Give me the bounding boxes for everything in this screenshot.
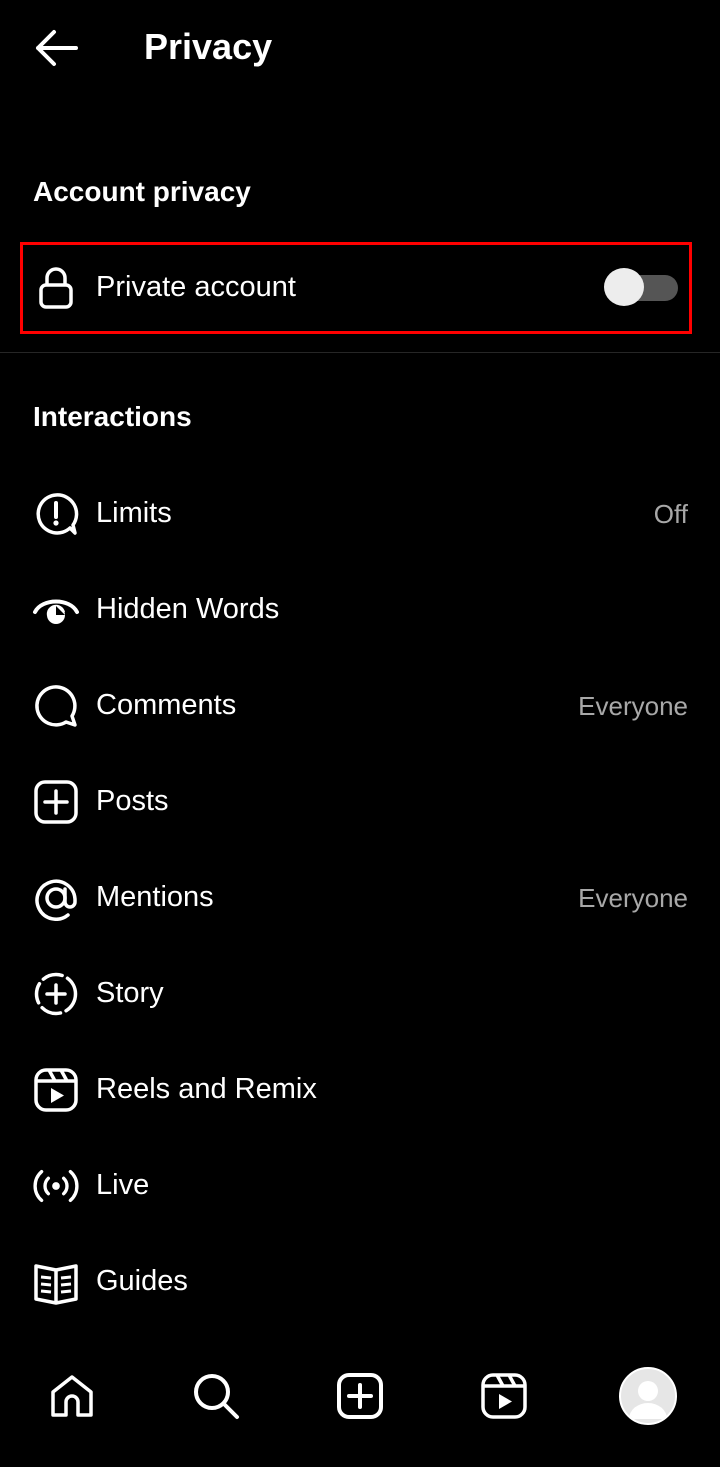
menu-item-mentions[interactable]: Mentions Everyone [0, 850, 720, 946]
menu-item-label: Hidden Words [96, 593, 280, 625]
comment-icon [32, 684, 80, 728]
menu-item-label: Mentions [96, 881, 214, 913]
menu-item-guides[interactable]: Guides [0, 1234, 720, 1330]
at-icon [32, 876, 80, 921]
menu-item-value: Everyone [578, 691, 688, 721]
menu-item-label: Comments [96, 689, 237, 721]
top-app-bar: Privacy [0, 0, 720, 96]
reels-icon [32, 1068, 80, 1112]
profile-avatar [619, 1367, 677, 1425]
arrow-left-icon [36, 30, 78, 66]
menu-item-limits[interactable]: Limits Off [0, 466, 720, 562]
menu-item-label: Guides [96, 1265, 188, 1297]
menu-item-reels-and-remix[interactable]: Reels and Remix [0, 1042, 720, 1138]
bottom-navigation [0, 1340, 720, 1467]
menu-item-comments[interactable]: Comments Everyone [0, 658, 720, 754]
menu-item-label: Limits [96, 497, 172, 529]
menu-item-value: Off [653, 499, 688, 529]
menu-item-story[interactable]: Story [0, 946, 720, 1042]
nav-create-button[interactable] [328, 1364, 392, 1428]
menu-item-posts[interactable]: Posts [0, 754, 720, 850]
menu-item-value: Everyone [578, 883, 688, 913]
menu-item-label: Live [96, 1169, 150, 1201]
reels-icon [481, 1373, 527, 1419]
menu-item-hidden-words[interactable]: Hidden Words [0, 562, 720, 658]
post-add-icon [32, 780, 80, 824]
nav-home-button[interactable] [40, 1364, 104, 1428]
nav-search-button[interactable] [184, 1364, 248, 1428]
limits-icon [32, 492, 80, 536]
section-heading-interactions: Interactions [33, 401, 192, 432]
nav-profile-button[interactable] [616, 1364, 680, 1428]
menu-item-label: Posts [96, 785, 169, 817]
menu-item-live[interactable]: Live [0, 1138, 720, 1234]
section-heading-account-privacy: Account privacy [33, 176, 251, 207]
highlight-box [20, 242, 692, 334]
guides-icon [32, 1260, 80, 1305]
private-account-toggle[interactable] [604, 267, 678, 307]
menu-item-label: Reels and Remix [96, 1073, 317, 1105]
live-icon [32, 1164, 80, 1208]
nav-reels-button[interactable] [472, 1364, 536, 1428]
create-icon [337, 1373, 383, 1419]
section-divider [0, 352, 720, 353]
hidden-words-icon [32, 588, 80, 632]
page-title: Privacy [144, 26, 273, 67]
menu-item-label: Story [96, 977, 164, 1009]
home-icon [51, 1375, 93, 1417]
search-icon [194, 1374, 239, 1419]
back-button[interactable] [26, 20, 86, 76]
toggle-knob [604, 268, 644, 306]
story-add-icon [32, 972, 80, 1016]
